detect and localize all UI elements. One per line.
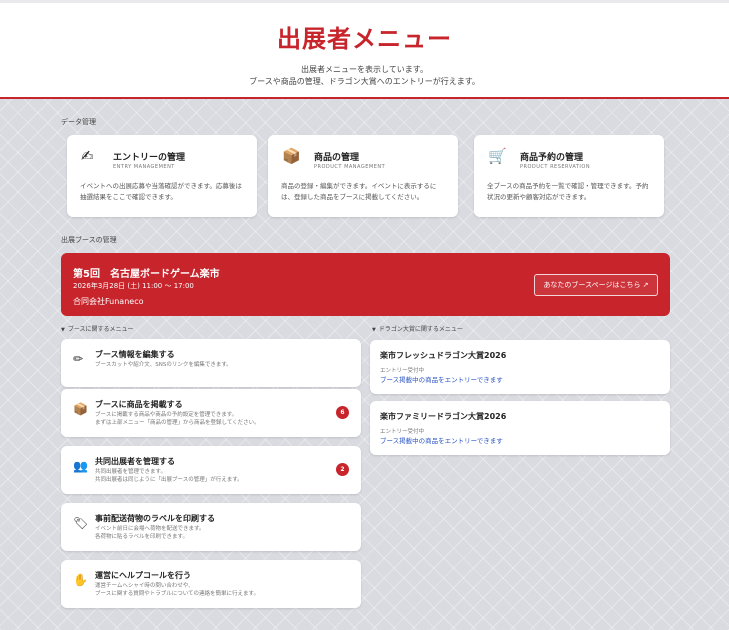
card-subtitle: PRODUCT RESERVATION (520, 164, 591, 170)
menu-item-description: 共同出展者を管理できます。 共同出展者は同じように「出展ブースの管理」が行えます。 (95, 469, 243, 483)
pencil-icon: ✏ (73, 352, 84, 366)
post-products-item[interactable]: 📦 ブースに商品を掲載する ブースに掲載する商品や商品の予約設定を管理できます。… (61, 389, 361, 437)
award-entry-link[interactable]: ブース掲載中の商品をエントリーできます (380, 435, 503, 445)
page-subtitle-line-1: 出展者メニューを表示しています。 (301, 65, 428, 74)
booth-section-label: 出展ブースの管理 (61, 236, 117, 244)
box-icon: 📦 (73, 402, 88, 416)
page-title: 出展者メニュー (277, 25, 452, 53)
menu-item-title: 共同出展者を管理する (95, 457, 175, 466)
fresh-dragon-award-card[interactable]: 楽市フレッシュドラゴン大賞2026 エントリー受付中 ブース掲載中の商品をエント… (370, 340, 670, 394)
product-management-card[interactable]: 📦 商品の管理 PRODUCT MANAGEMENT 商品の登録・編集ができます… (268, 135, 458, 217)
page-header: 出展者メニュー 出展者メニューを表示しています。 ブースや商品の管理、ドラゴン大… (0, 3, 729, 99)
event-title: 第5回 名古屋ボードゲーム楽市 (73, 269, 220, 280)
exhibitor-name: 合同会社Funaneco (73, 297, 144, 306)
menu-item-title: 運営にヘルプコールを行う (95, 571, 191, 580)
booth-banner: 第5回 名古屋ボードゲーム楽市 2026年3月28日 (土) 11:00 ～ 1… (61, 253, 670, 316)
entry-management-card[interactable]: ✍ エントリーの管理 ENTRY MANAGEMENT イベントへの出展応募や当… (67, 135, 257, 217)
manage-co-exhibitors-item[interactable]: 👥 共同出展者を管理する 共同出展者を管理できます。 共同出展者は同じように「出展… (61, 446, 361, 494)
count-badge: 6 (336, 406, 349, 419)
label-tag-icon: 🏷 (73, 516, 89, 530)
card-subtitle: ENTRY MANAGEMENT (113, 164, 175, 170)
print-shipping-label-item[interactable]: 🏷 事前配送荷物のラベルを印刷する イベント前日に会場へ荷物を配送できます。 各荷… (61, 503, 361, 551)
award-title: 楽市ファミリードラゴン大賞2026 (380, 412, 507, 421)
hand-writing-icon: ✍ (81, 147, 94, 165)
award-status: エントリー受付中 (380, 368, 425, 374)
card-title: 商品の管理 (314, 153, 360, 163)
box-icon: 📦 (282, 147, 301, 165)
menu-item-title: 事前配送荷物のラベルを印刷する (95, 514, 215, 523)
card-description: 全ブースの商品予約を一覧で確認・管理できます。予約状況の更新や顧客対応ができます… (487, 182, 649, 201)
card-description: 商品の登録・編集ができます。イベントに表示するには、登録した商品をブースに掲載し… (281, 182, 437, 201)
page-subtitle: 出展者メニューを表示しています。 ブースや商品の管理、ドラゴン大賞へのエントリー… (0, 64, 729, 88)
award-status: エントリー受付中 (380, 429, 425, 435)
event-date: 2026年3月28日 (土) 11:00 ～ 17:00 (73, 282, 194, 290)
menu-item-description: イベント前日に会場へ荷物を配送できます。 各荷物に貼るラベルを印刷できます。 (95, 526, 205, 540)
menu-item-description: ブースに掲載する商品や商品の予約設定を管理できます。 まずは上部メニュー「商品の管… (95, 412, 260, 426)
cart-icon: 🛒 (488, 147, 507, 165)
booth-menu-label: ▼ ブースに関するメニュー (61, 326, 134, 333)
count-badge: 2 (336, 463, 349, 476)
product-reservation-card[interactable]: 🛒 商品予約の管理 PRODUCT RESERVATION 全ブースの商品予約を… (474, 135, 664, 217)
triangle-down-icon: ▼ (61, 327, 65, 333)
dragon-menu-label: ▼ ドラゴン大賞に関するメニュー (372, 326, 463, 333)
booth-page-button[interactable]: あなたのブースページはこちら ↗ (534, 274, 658, 296)
card-title: エントリーの管理 (113, 153, 186, 163)
menu-item-description: 運営チームへシャイ時の問い合わせや、 ブースに関する質問やトラブルについての連絡を… (95, 583, 260, 597)
card-subtitle: PRODUCT MANAGEMENT (314, 164, 386, 170)
edit-booth-info-item[interactable]: ✏ ブース情報を編集する ブースカットや紹介文、SNSのリンクを編集できます。 (61, 339, 361, 387)
triangle-down-icon: ▼ (372, 327, 376, 333)
award-entry-link[interactable]: ブース掲載中の商品をエントリーできます (380, 374, 503, 384)
menu-item-title: ブースに商品を掲載する (95, 400, 183, 409)
help-call-item[interactable]: ✋ 運営にヘルプコールを行う 運営チームへシャイ時の問い合わせや、 ブースに関する… (61, 560, 361, 608)
raised-hand-icon: ✋ (73, 573, 88, 587)
card-description: イベントへの出展応募や当落確認ができます。応募後は抽選結果をここで確認できます。 (80, 182, 242, 201)
menu-item-title: ブース情報を編集する (95, 350, 175, 359)
page-subtitle-line-2: ブースや商品の管理、ドラゴン大賞へのエントリーが行えます。 (249, 77, 480, 86)
award-title: 楽市フレッシュドラゴン大賞2026 (380, 351, 507, 360)
menu-item-description: ブースカットや紹介文、SNSのリンクを編集できます。 (95, 362, 232, 368)
data-section-label: データ管理 (61, 118, 96, 126)
people-icon: 👥 (73, 459, 88, 473)
family-dragon-award-card[interactable]: 楽市ファミリードラゴン大賞2026 エントリー受付中 ブース掲載中の商品をエント… (370, 401, 670, 455)
card-title: 商品予約の管理 (520, 153, 584, 163)
